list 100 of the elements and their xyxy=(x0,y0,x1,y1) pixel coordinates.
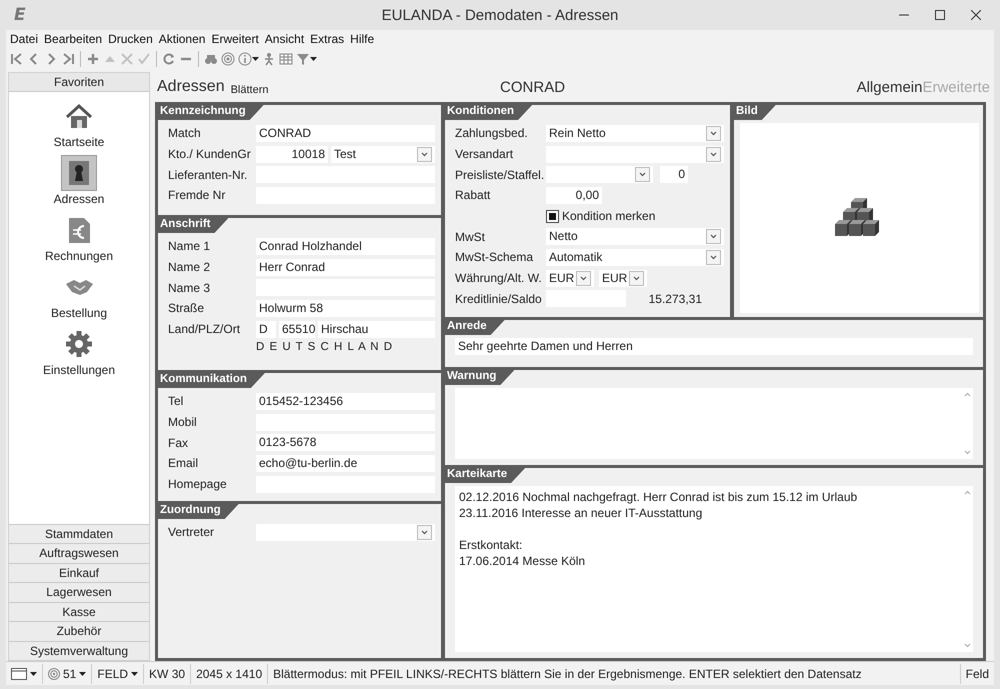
field-label: Versandart xyxy=(455,147,514,162)
menu-item[interactable]: Drucken xyxy=(108,32,153,48)
add-icon[interactable] xyxy=(86,52,100,66)
delete-icon[interactable] xyxy=(120,52,134,66)
dropdown-button[interactable] xyxy=(706,146,721,162)
dropdown-button[interactable] xyxy=(576,270,591,286)
menu-item[interactable]: Bearbeiten xyxy=(44,32,102,48)
menu-item[interactable]: Aktionen xyxy=(158,32,206,48)
dropdown-button[interactable] xyxy=(629,270,644,286)
text-field[interactable]: Sehr geehrte Damen und Herren xyxy=(455,338,973,355)
caret-icon xyxy=(252,57,259,61)
dropdown-button[interactable] xyxy=(706,250,721,265)
target-icon xyxy=(48,668,60,680)
text-field[interactable]: CONRAD xyxy=(256,124,435,142)
sidebar-item[interactable]: Bestellung xyxy=(50,306,108,320)
text-field[interactable]: Holwurm 58 xyxy=(256,300,435,317)
field-label: Name 1 xyxy=(168,239,212,254)
house-icon[interactable] xyxy=(64,101,94,131)
combo-box[interactable]: EUR xyxy=(546,270,594,287)
text-field[interactable]: Conrad Holzhandel xyxy=(256,238,435,255)
sidebar-section-button[interactable]: Systemverwaltung xyxy=(9,640,149,660)
filter-icon[interactable] xyxy=(296,52,310,66)
dropdown-button[interactable] xyxy=(417,524,432,540)
dropdown-button[interactable] xyxy=(417,146,432,162)
text-field[interactable]: echo@tu-berlin.de xyxy=(256,454,435,472)
tab[interactable]: Allgemein xyxy=(856,78,922,96)
combo-box[interactable]: Rein Netto xyxy=(546,124,724,142)
text-field[interactable]: 0,00 xyxy=(546,186,602,204)
window-title: EULANDA - Demodaten - Adressen xyxy=(382,6,618,24)
field-label: Lieferanten-Nr. xyxy=(168,168,248,182)
menu-item[interactable]: Datei xyxy=(10,32,38,48)
combo-box[interactable]: Automatik xyxy=(546,248,724,266)
gear-icon[interactable] xyxy=(64,329,94,359)
panel-title: Anrede xyxy=(445,320,505,335)
field-label: Währung/Alt. W. xyxy=(455,271,543,286)
sidebar-section-button[interactable]: Kasse xyxy=(9,602,149,621)
panel-title: Anschrift xyxy=(158,218,228,233)
menu-item[interactable]: Erweitert xyxy=(211,32,259,48)
balance-value: 15.273,31 xyxy=(648,292,702,306)
menu-item[interactable]: Hilfe xyxy=(350,32,374,48)
menu-item[interactable]: Ansicht xyxy=(264,32,304,48)
page-title: Adressen xyxy=(157,78,225,96)
person-icon[interactable] xyxy=(262,52,276,66)
check-icon[interactable] xyxy=(137,52,151,66)
sidebar-item[interactable]: Rechnungen xyxy=(44,249,114,263)
text-field[interactable]: 65510 xyxy=(279,320,315,338)
field-label: Straße xyxy=(168,301,206,316)
text-field[interactable]: 10018 xyxy=(256,146,328,163)
sidebar-item[interactable]: Startseite xyxy=(54,135,104,149)
table-icon[interactable] xyxy=(279,52,293,66)
panel-title: Kennzeichnung xyxy=(158,105,264,120)
combo-box[interactable]: EUR xyxy=(599,270,647,287)
checkbox[interactable] xyxy=(546,210,559,223)
panel-title: Kommunikation xyxy=(158,373,265,388)
chevron-icon xyxy=(710,254,717,260)
field-label: MwSt xyxy=(455,230,486,244)
text-area[interactable]: 02.12.2016 Nochmal nachgefragt. Herr Conrad ist bis zum 15.12 im Urlaub 23.11.2016 Interesse an neuer IT-Ausstattung Erstkontakt: 17.06.2014 Messe Köln xyxy=(455,486,973,652)
sidebar-section-button[interactable]: Stammdaten xyxy=(9,524,149,543)
status-message: Blättermodus: mit PFEIL LINKS/-RECHTS blättern Sie in der Ergebnismenge. ENTER selektiert den Datensatz xyxy=(273,666,862,680)
field-label: MwSt-Schema xyxy=(455,250,534,264)
dropdown-button[interactable] xyxy=(635,167,650,182)
first-record-icon[interactable] xyxy=(10,52,24,66)
app-logo: E xyxy=(14,5,26,25)
status-text: Feld xyxy=(966,666,989,680)
text-field[interactable]: 0123-5678 xyxy=(256,434,435,452)
sidebar-section-button[interactable]: Lagerwesen xyxy=(9,582,149,602)
text-field[interactable]: Hirschau xyxy=(318,320,435,338)
sidebar-section-button[interactable]: Zubehör xyxy=(9,621,149,640)
caret-icon xyxy=(79,672,86,676)
text-field[interactable]: Herr Conrad xyxy=(256,258,435,276)
sidebar-section-button[interactable]: Auftragswesen xyxy=(9,543,149,562)
text-field[interactable]: 0 xyxy=(660,166,688,184)
count-dropdown[interactable]: 51 xyxy=(63,666,86,680)
sidebar-item[interactable]: Einstellungen xyxy=(42,363,116,377)
record-name: CONRAD xyxy=(499,78,566,96)
field-mode-dropdown[interactable]: FELD xyxy=(97,666,138,680)
field-label: Homepage xyxy=(168,477,228,492)
checkbox-label: Kondition merken xyxy=(562,209,656,224)
combo-box[interactable]: Netto xyxy=(546,228,724,246)
dropdown-button[interactable] xyxy=(706,229,721,244)
refresh-icon[interactable] xyxy=(162,52,176,66)
last-record-icon[interactable] xyxy=(61,52,75,66)
view-button[interactable] xyxy=(11,668,37,680)
chevron-icon xyxy=(421,152,428,157)
dropdown-button[interactable] xyxy=(706,126,721,141)
caret-icon xyxy=(131,672,138,676)
sidebar-item[interactable]: Adressen xyxy=(54,192,104,206)
sidebar-section-button[interactable]: Einkauf xyxy=(9,562,149,582)
combo-box[interactable]: Test xyxy=(331,146,435,163)
info-icon[interactable] xyxy=(238,52,252,66)
text-field[interactable]: 015452-123456 xyxy=(256,392,435,410)
target-icon[interactable] xyxy=(221,52,235,66)
binoculars-icon[interactable] xyxy=(204,52,218,66)
favorites-header[interactable]: Favoriten xyxy=(9,73,149,92)
field-label: Email xyxy=(168,456,200,470)
menu-item[interactable]: Extras xyxy=(310,32,344,48)
notes-text[interactable]: 02.12.2016 Nochmal nachgefragt. Herr Conrad ist bis zum 15.12 im Urlaub 23.11.2016 Interesse an neuer IT-Ausstattung Erstkontakt: 17.06.2014 Messe Köln xyxy=(459,489,959,569)
chevron-icon xyxy=(580,276,587,281)
text-field[interactable]: D xyxy=(256,320,276,338)
field-label: Preisliste/Staffel. xyxy=(455,168,546,182)
